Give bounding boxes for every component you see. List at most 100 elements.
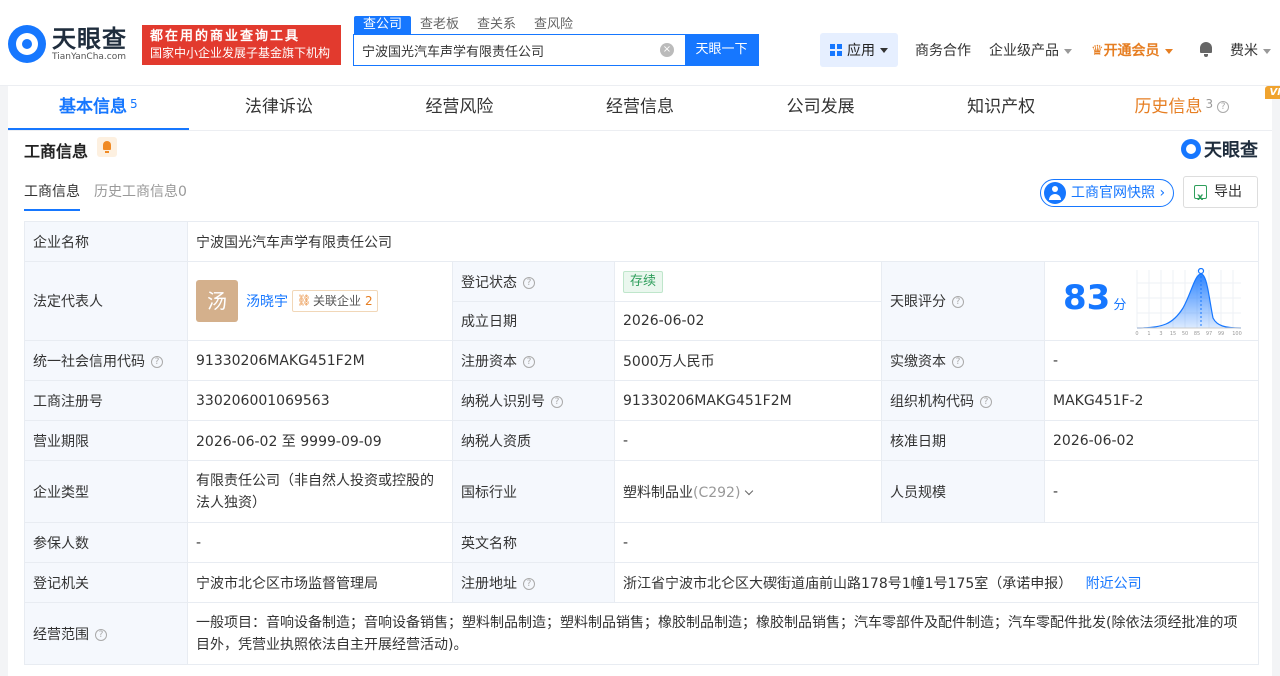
help-icon[interactable]: ? bbox=[95, 628, 107, 641]
slogan-line-2: 国家中小企业发展子基金旗下机构 bbox=[150, 46, 331, 60]
tab-operation-risk[interactable]: 经营风险 bbox=[369, 86, 550, 130]
logo-eye-icon bbox=[8, 25, 46, 63]
value-taxpayer-qual: - bbox=[614, 420, 882, 461]
enterprise-products-menu[interactable]: 企业级产品 bbox=[989, 40, 1072, 60]
tab-operation-info[interactable]: 经营信息 bbox=[550, 86, 731, 130]
bell-icon[interactable] bbox=[1199, 42, 1213, 57]
help-icon[interactable]: ? bbox=[551, 395, 563, 408]
label-term: 营业期限 bbox=[24, 420, 188, 461]
value-reg-capital: 5000万人民币 bbox=[614, 340, 882, 381]
user-menu[interactable]: 费米 bbox=[1230, 40, 1271, 60]
label-score: 天眼评分? bbox=[881, 261, 1045, 341]
subtab-business-info[interactable]: 工商信息 bbox=[24, 181, 80, 211]
avatar[interactable]: 汤 bbox=[196, 280, 238, 322]
label-company-type: 企业类型 bbox=[24, 460, 188, 523]
label-legal-rep: 法定代表人 bbox=[24, 261, 188, 341]
help-icon[interactable]: ? bbox=[151, 355, 163, 368]
logo-domain: TianYanCha.com bbox=[52, 51, 127, 62]
search-button[interactable]: 天眼一下 bbox=[685, 35, 758, 65]
related-companies-tag[interactable]: ⛓ 关联企业 2 bbox=[292, 290, 378, 312]
score-unit: 分 bbox=[1113, 298, 1127, 313]
label-address: 注册地址? bbox=[452, 562, 615, 603]
help-icon[interactable]: ? bbox=[952, 296, 964, 308]
help-icon[interactable]: ? bbox=[1217, 101, 1230, 113]
value-reg-status: 存续 bbox=[614, 261, 882, 302]
section-title: 工商信息 bbox=[24, 142, 89, 161]
subtab-history-business-info[interactable]: 历史工商信息0 bbox=[94, 181, 187, 211]
table-row: 企业类型 有限责任公司（非自然人投资或控股的法人独资） 国标行业 塑料制品业(C… bbox=[24, 460, 1260, 523]
top-header: 天眼查 TianYanCha.com 都在用的商业查询工具 国家中小企业发展子基… bbox=[0, 0, 1280, 86]
score-tick: 99 bbox=[1218, 331, 1224, 337]
user-icon bbox=[1044, 182, 1066, 204]
tab-intellectual-property[interactable]: 知识产权 bbox=[911, 86, 1092, 130]
tab-legal[interactable]: 法律诉讼 bbox=[189, 86, 370, 130]
value-company-type: 有限责任公司（非自然人投资或控股的法人独资） bbox=[187, 460, 453, 523]
value-score: 83 分 0 1 3 15 50 85 97 99 100 bbox=[1043, 261, 1260, 341]
search-input[interactable] bbox=[362, 35, 652, 65]
label-authority: 登记机关 bbox=[24, 562, 188, 603]
sub-tabs: 工商信息 历史工商信息0 bbox=[24, 181, 201, 211]
help-icon[interactable]: ? bbox=[980, 395, 992, 408]
table-row: 营业期限 2026-06-02 至 9999-09-09 纳税人资质 - 核准日… bbox=[24, 420, 1260, 461]
help-icon[interactable]: ? bbox=[523, 577, 535, 590]
score-tick: 15 bbox=[1170, 331, 1176, 337]
logo-text: 天眼查 bbox=[52, 24, 127, 53]
label-insured: 参保人数 bbox=[24, 522, 188, 563]
label-english-name: 英文名称 bbox=[452, 522, 615, 563]
table-row: 经营范围? 一般项目：音响设备制造；音响设备销售；塑料制品制造；塑料制品销售；橡… bbox=[24, 602, 1260, 665]
search-tab-risk[interactable]: 查风险 bbox=[525, 16, 582, 34]
label-taxpayer-id: 纳税人识别号? bbox=[452, 380, 615, 421]
notification-bell-icon[interactable] bbox=[97, 137, 117, 157]
value-paid-capital: - bbox=[1043, 340, 1260, 381]
label-reg-status: 登记状态? bbox=[452, 261, 615, 302]
tab-company-development[interactable]: 公司发展 bbox=[730, 86, 911, 130]
label-industry: 国标行业 bbox=[452, 460, 615, 523]
label-reg-no: 工商注册号 bbox=[24, 380, 188, 421]
link-icon: ⛓ bbox=[297, 294, 311, 307]
nearby-companies-link[interactable]: 附近公司 bbox=[1086, 576, 1142, 592]
score-tick: 1 bbox=[1147, 331, 1150, 337]
score-tick: 0 bbox=[1135, 331, 1138, 337]
search-tab-boss[interactable]: 查老板 bbox=[411, 16, 468, 34]
value-staff-size: - bbox=[1043, 460, 1260, 523]
search-tab-company[interactable]: 查公司 bbox=[354, 16, 412, 34]
value-company-name: 宁波国光汽车声学有限责任公司 bbox=[186, 221, 1260, 262]
value-authority: 宁波市北仑区市场监督管理局 bbox=[187, 562, 453, 603]
apps-button[interactable]: 应用 bbox=[820, 33, 898, 67]
apps-label: 应用 bbox=[847, 43, 875, 59]
label-founded: 成立日期 bbox=[452, 301, 615, 341]
tab-basic-info[interactable]: 基本信息 5 bbox=[8, 86, 189, 130]
help-icon[interactable]: ? bbox=[523, 276, 535, 289]
official-snapshot-button[interactable]: 工商官网快照 › bbox=[1040, 179, 1175, 207]
score-tick: 97 bbox=[1206, 331, 1212, 337]
logo-eye-icon bbox=[1181, 139, 1201, 159]
business-info-table: 企业名称 宁波国光汽车声学有限责任公司 法定代表人 汤 汤晓宇 ⛓ 关联企业 2… bbox=[24, 221, 1260, 665]
value-org-code: MAKG451F-2 bbox=[1043, 380, 1260, 421]
legal-rep-link[interactable]: 汤晓宇 bbox=[246, 291, 288, 311]
clear-icon[interactable]: × bbox=[660, 43, 674, 57]
business-cooperation-link[interactable]: 商务合作 bbox=[915, 40, 971, 60]
open-vip-menu[interactable]: ♛开通会员 bbox=[1091, 40, 1173, 60]
search-tab-relation[interactable]: 查关系 bbox=[468, 16, 525, 34]
search-box: × 天眼一下 bbox=[353, 34, 759, 66]
label-scope: 经营范围? bbox=[24, 602, 188, 665]
chevron-down-icon bbox=[745, 486, 754, 495]
help-icon[interactable]: ? bbox=[952, 355, 964, 368]
value-industry[interactable]: 塑料制品业(C292) bbox=[614, 460, 882, 523]
value-credit-code: 91330206MAKG451F2M bbox=[187, 340, 453, 381]
table-row: 统一社会信用代码? 91330206MAKG451F2M 注册资本? 5000万… bbox=[24, 340, 1260, 381]
score-distribution-chart: 0 1 3 15 50 85 97 99 100 bbox=[1135, 268, 1242, 337]
label-paid-capital: 实缴资本? bbox=[881, 340, 1045, 381]
export-button[interactable]: 导出 bbox=[1183, 176, 1258, 213]
chevron-down-icon bbox=[1263, 48, 1271, 54]
slogan-line-1: 都在用的商业查询工具 bbox=[150, 29, 301, 44]
chevron-down-icon bbox=[1164, 48, 1173, 54]
score-value: 83 bbox=[1063, 278, 1111, 318]
tab-history-info[interactable]: 历史信息3? VIP bbox=[1091, 86, 1280, 130]
crown-icon: ♛ bbox=[1091, 43, 1104, 59]
label-taxpayer-qual: 纳税人资质 bbox=[452, 420, 615, 461]
label-company-name: 企业名称 bbox=[24, 221, 188, 262]
site-logo[interactable]: 天眼查 TianYanCha.com bbox=[8, 25, 127, 63]
help-icon[interactable]: ? bbox=[523, 355, 535, 368]
excel-icon bbox=[1194, 183, 1207, 213]
